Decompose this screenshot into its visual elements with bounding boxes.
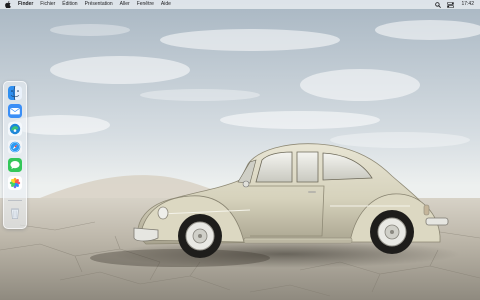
desktop-wallpaper [0,0,480,300]
menu-fenetre[interactable]: Fenêtre [137,0,154,9]
edge-browser-icon[interactable] [8,122,22,136]
photos-icon[interactable] [8,176,22,190]
trash-icon[interactable] [8,206,22,220]
menu-aide[interactable]: Aide [161,0,171,9]
menu-app-name[interactable]: Finder [18,0,33,9]
menubar-clock[interactable]: 17:42 [461,0,474,9]
dock [3,81,27,229]
spotlight-search-icon[interactable] [434,0,441,9]
desktop: Finder Fichier Édition Présentation Alle… [0,0,480,300]
messages-icon[interactable] [8,158,22,172]
menu-aller[interactable]: Aller [120,0,130,9]
menu-presentation[interactable]: Présentation [85,0,113,9]
status-area: 17:42 [428,0,474,9]
finder-icon[interactable] [8,86,22,100]
control-center-icon[interactable] [447,0,455,9]
menu-fichier[interactable]: Fichier [40,0,55,9]
dock-separator [8,200,22,201]
safari-icon[interactable] [8,140,22,154]
mail-icon[interactable] [8,104,22,118]
menu-bar: Finder Fichier Édition Présentation Alle… [0,0,480,9]
menu-edition[interactable]: Édition [62,0,77,9]
apple-menu-icon[interactable] [4,0,12,9]
